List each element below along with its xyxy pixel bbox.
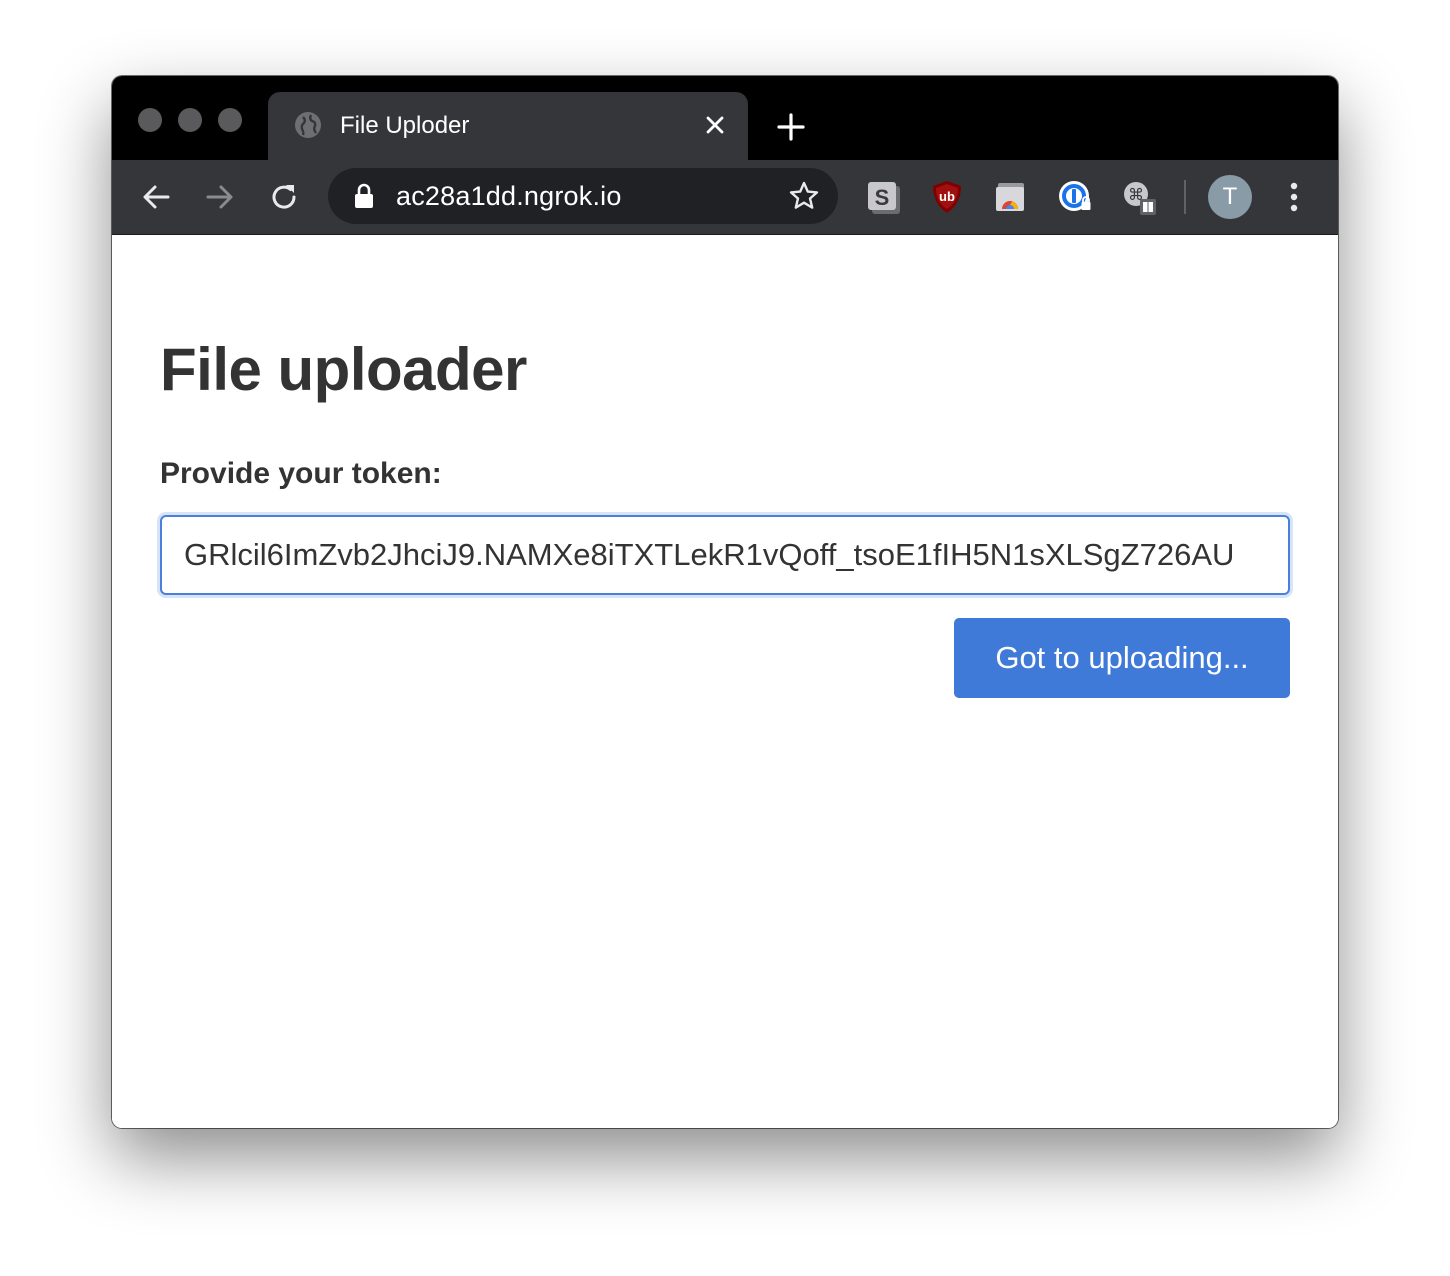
token-label: Provide your token: xyxy=(160,457,442,490)
url-text: ac28a1dd.ngrok.io xyxy=(396,181,622,211)
tab-file-uploder[interactable]: File Uploder xyxy=(268,92,748,160)
profile-avatar[interactable]: T xyxy=(1208,175,1252,219)
forward-arrow-icon[interactable] xyxy=(202,179,238,215)
back-arrow-icon[interactable] xyxy=(138,179,174,215)
svg-text:ub: ub xyxy=(939,189,955,204)
token-input[interactable] xyxy=(160,515,1290,595)
ublock-origin-icon[interactable]: ub xyxy=(928,178,966,216)
window-close-button[interactable] xyxy=(138,108,162,132)
close-icon[interactable] xyxy=(702,112,728,138)
page-title: File uploader xyxy=(160,336,527,403)
toolbar-divider xyxy=(1184,180,1186,214)
address-bar[interactable]: ac28a1dd.ngrok.io xyxy=(328,168,838,224)
globe-icon xyxy=(294,111,322,139)
window-zoom-button[interactable] xyxy=(218,108,242,132)
lock-icon[interactable] xyxy=(352,183,376,209)
go-to-uploading-button[interactable]: Got to uploading... xyxy=(954,618,1290,698)
window-minimize-button[interactable] xyxy=(178,108,202,132)
new-tab-plus-icon[interactable] xyxy=(776,112,806,142)
shortcut-extension-icon[interactable]: ⌘ xyxy=(1120,178,1158,216)
page-content: File uploader Provide your token: Got to… xyxy=(112,235,1338,1128)
scribd-extension-icon[interactable]: S xyxy=(864,178,902,216)
browser-toolbar: ac28a1dd.ngrok.io S ub ⌘ T xyxy=(112,160,1338,235)
tab-strip: File Uploder xyxy=(112,76,1338,160)
reload-icon[interactable] xyxy=(266,179,302,215)
browser-window: File Uploder ac28a1dd.ngrok.io S ub ⌘ T … xyxy=(112,76,1338,1128)
svg-text:S: S xyxy=(875,185,890,210)
1password-icon[interactable] xyxy=(1056,178,1094,216)
bookmark-star-icon[interactable] xyxy=(788,180,820,212)
chrome-cast-extension-icon[interactable] xyxy=(992,178,1030,216)
tab-title: File Uploder xyxy=(340,112,470,139)
more-menu-icon[interactable] xyxy=(1282,178,1306,216)
